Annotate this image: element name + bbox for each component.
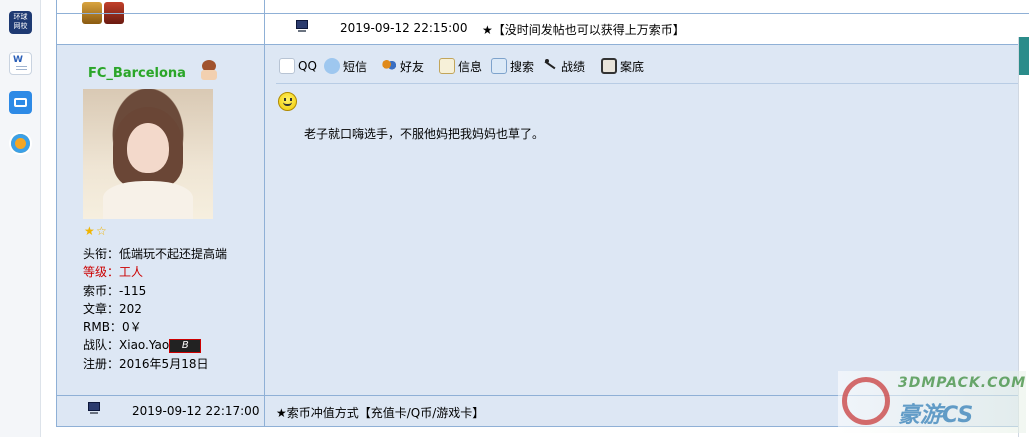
post-timestamp: 2019-09-12 22:15:00: [340, 21, 468, 35]
word-doc-icon[interactable]: [9, 52, 32, 75]
team-badge: B: [169, 338, 202, 353]
avatar-face: [127, 123, 169, 173]
smiley-icon: [278, 92, 297, 111]
app-launcher: 环球 网校: [0, 0, 41, 437]
info-value: 2016年5月18日: [119, 357, 209, 371]
info-value: 低端玩不起还提高端: [119, 247, 228, 261]
scrollbar-thumb[interactable]: [1019, 37, 1029, 75]
star-icon: ★: [84, 224, 95, 238]
info-label: 注册：: [83, 357, 120, 371]
info-label: 信息: [458, 59, 483, 74]
avatar-body: [103, 181, 193, 219]
author-username[interactable]: FC_Barcelona: [88, 66, 186, 81]
soldier-icon: [542, 58, 558, 74]
computer-icon: [296, 20, 308, 33]
case-file-icon: [601, 58, 617, 74]
sms-button[interactable]: 短信: [324, 57, 367, 75]
info-value: 202: [119, 302, 142, 316]
sms-label: 短信: [343, 59, 368, 74]
qq-button[interactable]: QQ: [279, 57, 317, 75]
info-button[interactable]: 信息: [439, 57, 482, 75]
case-button[interactable]: 案底: [601, 57, 644, 75]
post-content: 老子就口嗨选手，不服他妈把我妈妈也草了。: [304, 127, 545, 141]
post-body: [265, 45, 1029, 395]
info-label: 索币：: [83, 284, 120, 298]
divider: [276, 83, 1029, 84]
post-signature: ★【没时间发帖也可以获得上万索币】: [482, 23, 685, 37]
message-icon: [324, 58, 340, 74]
author-rmb: RMB：0￥: [83, 318, 142, 335]
browser-icon[interactable]: [9, 132, 32, 155]
info-value: 0￥: [121, 320, 142, 334]
author-level: 等级：工人: [83, 263, 143, 280]
team-link[interactable]: Xiao.Yao: [119, 338, 169, 352]
avatar[interactable]: [83, 89, 213, 219]
info-label: 战队：: [83, 338, 120, 352]
friend-button[interactable]: 好友: [381, 57, 424, 75]
tv-icon[interactable]: [9, 91, 32, 114]
document-icon: [439, 58, 455, 74]
author-articles: 文章：202: [83, 300, 142, 317]
info-label: 头衔：: [83, 247, 120, 261]
computer-icon: [88, 402, 100, 415]
info-value: 工人: [119, 265, 144, 279]
info-value: -115: [119, 284, 147, 298]
search-button[interactable]: 搜索: [491, 57, 534, 75]
qq-icon: [279, 58, 295, 74]
author-register-date: 注册：2016年5月18日: [83, 355, 208, 372]
record-button[interactable]: 战绩: [542, 57, 585, 75]
user-rank-icon: [198, 58, 220, 82]
friend-label: 好友: [400, 59, 425, 74]
info-label: RMB：: [83, 320, 122, 334]
divider: [56, 13, 1029, 14]
search-icon: [491, 58, 507, 74]
case-label: 案底: [620, 59, 645, 74]
logo-icon: [842, 377, 890, 425]
author-coins: 索币：-115: [83, 282, 146, 299]
site-watermark: 3DMPACK.COM 豪游CS: [838, 371, 1026, 433]
author-team: 战队：Xiao.Yao B: [83, 336, 202, 353]
app-launcher-item-huanqiu[interactable]: 环球 网校: [9, 11, 32, 34]
record-label: 战绩: [561, 59, 586, 74]
star-icon: ☆: [96, 224, 107, 238]
post-signature[interactable]: ★索币冲值方式【充值卡/Q币/游戏卡】: [276, 404, 484, 421]
author-title: 头衔：低端玩不起还提高端: [83, 245, 227, 262]
info-label: 等级：: [83, 265, 120, 279]
search-label: 搜索: [510, 59, 535, 74]
watermark-text: 豪游CS: [898, 403, 974, 428]
qq-label: QQ: [298, 59, 317, 73]
friends-icon: [381, 58, 397, 74]
watermark-text: 3DMPACK.COM: [898, 375, 1027, 391]
post-timestamp: 2019-09-12 22:17:00: [132, 404, 260, 418]
info-label: 文章：: [83, 302, 120, 316]
